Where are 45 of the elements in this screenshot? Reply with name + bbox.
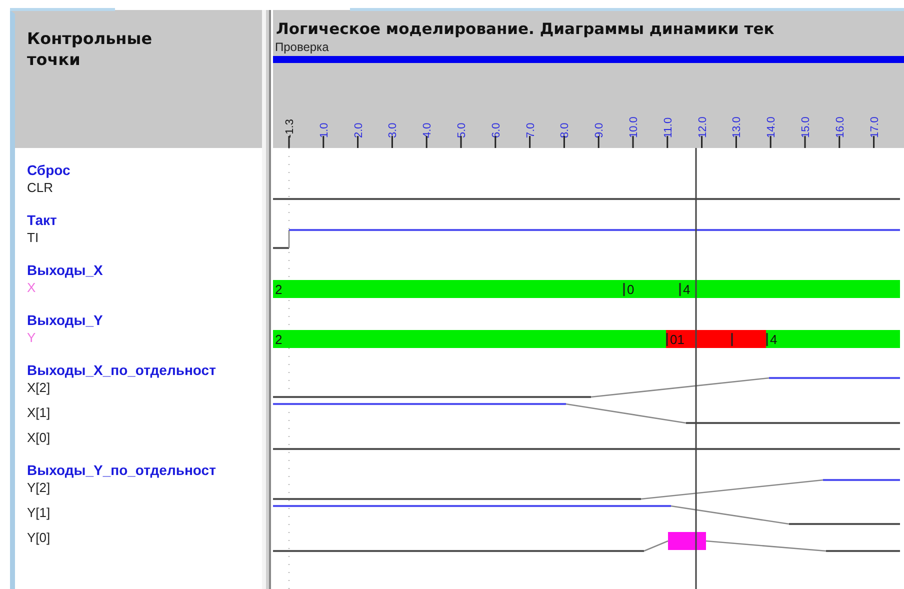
- tick-label: 7.0: [524, 122, 537, 138]
- diagram-subtitle: Проверка: [274, 40, 330, 54]
- tick-label: 17.0: [868, 116, 881, 138]
- signal-label: X[1]: [27, 404, 52, 421]
- bus-value: 2: [275, 332, 282, 347]
- group-label: Такт: [27, 212, 58, 229]
- tick-label: 16.0: [834, 116, 846, 138]
- signal-label: Y[1]: [27, 504, 52, 521]
- tick-label: 13.0: [731, 116, 744, 138]
- signal-label: X[0]: [27, 429, 52, 446]
- group-label: Выходы_X_по_отдельност: [27, 362, 217, 379]
- tick-label: 11.0: [662, 117, 674, 138]
- tick-label: 2.0: [352, 122, 365, 138]
- group-label: Выходы_Y_по_отдельност: [27, 462, 217, 479]
- tick-label: 9.0: [594, 122, 606, 138]
- tick-label: 1.0: [318, 122, 330, 138]
- diagram-title: Логическое моделирование. Диаграммы динамики тек: [275, 19, 776, 40]
- tick-label: 3.0: [387, 122, 400, 138]
- group-label: Выходы_X: [27, 262, 104, 279]
- tick-label: 8.0: [559, 122, 572, 138]
- bus-value: 2: [275, 282, 282, 297]
- bus-value: 4: [770, 332, 778, 347]
- signal-label: CLR: [27, 179, 54, 196]
- tick-label: 15.0: [800, 116, 812, 138]
- signal-label: TI: [27, 229, 40, 246]
- bus-value: 0: [627, 282, 634, 297]
- tick-label: 6.0: [490, 122, 502, 138]
- tick-label: 10.0: [628, 116, 640, 138]
- tick-label: 12.0: [696, 116, 709, 138]
- column-title: Контрольные точки: [27, 28, 154, 70]
- tick-label: -1.3: [284, 119, 296, 138]
- signal-label: X: [27, 279, 37, 296]
- tick-label: 14.0: [766, 116, 778, 138]
- signal-label: X[2]: [27, 379, 52, 396]
- group-label: Выходы_Y: [27, 312, 104, 329]
- group-label: Сброс: [27, 162, 72, 179]
- tick-label: 5.0: [456, 122, 468, 138]
- tick-label: 4.0: [422, 122, 434, 138]
- signal-label: Y[0]: [27, 529, 52, 546]
- time-cursor[interactable]: [695, 148, 697, 589]
- signal-label: Y[2]: [27, 479, 52, 496]
- panel-splitter[interactable]: [262, 10, 273, 589]
- bus-value: 4: [683, 282, 690, 297]
- bus-value: 01: [670, 332, 684, 347]
- signal-label: Y: [27, 329, 37, 346]
